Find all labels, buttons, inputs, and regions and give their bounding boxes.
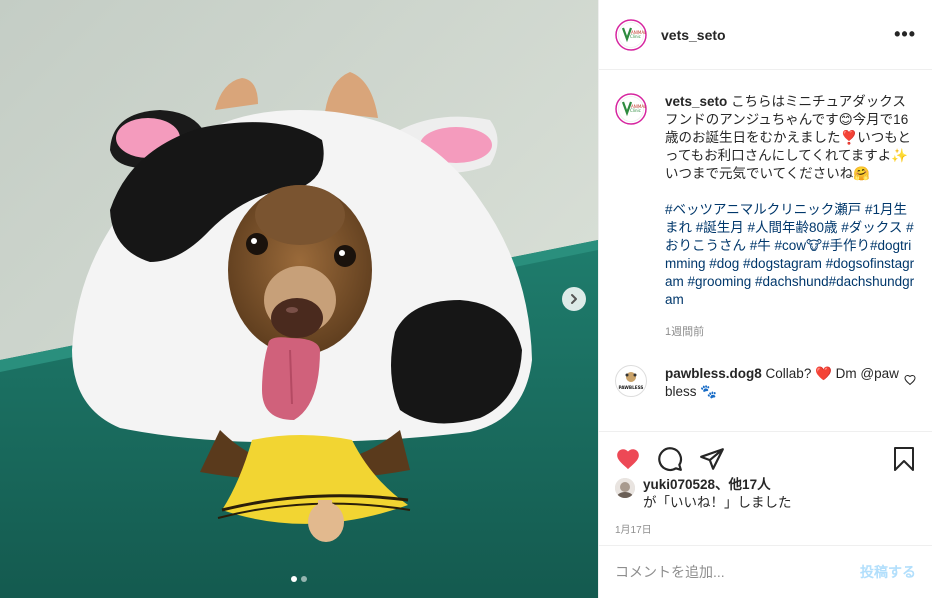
svg-text:Clinic: Clinic <box>630 34 641 39</box>
comment-bubble-icon[interactable] <box>657 446 683 472</box>
chevron-right-icon <box>571 294 577 304</box>
paw-logo-icon: PAWBLESS <box>619 372 644 390</box>
like-comment-icon[interactable] <box>904 373 916 389</box>
like-heart-icon[interactable] <box>615 446 641 472</box>
post-date: 1月17日 <box>615 525 652 536</box>
comments-section: ANIMAL Clinic vets_seto こちらはミニチュアダックスフンド… <box>599 71 932 431</box>
pawbless-avatar[interactable]: PAWBLESS <box>615 365 647 397</box>
post-side-panel: ANIMAL Clinic vets_seto ••• ANIMAL Clini… <box>598 0 932 598</box>
liker-username[interactable]: yuki070528 <box>643 477 715 492</box>
comment-input[interactable] <box>615 564 860 580</box>
svg-text:PAWBLESS: PAWBLESS <box>619 385 644 390</box>
comment-text-block: pawbless.dog8 Collab? ❤️ Dm @pawbless 🐾 <box>665 365 904 401</box>
next-photo-button[interactable] <box>562 287 586 311</box>
post-header: ANIMAL Clinic vets_seto ••• <box>599 0 932 70</box>
more-options-icon[interactable]: ••• <box>894 24 916 45</box>
share-paper-plane-icon[interactable] <box>699 446 725 472</box>
likes-summary: yuki070528、他17人 が「いいね！」しました <box>615 476 916 512</box>
post-author-username[interactable]: vets_seto <box>661 27 726 43</box>
caption-text-block: vets_seto こちらはミニチュアダックスフンドのアンジュちゃんです😊今月で… <box>665 93 916 341</box>
vets-seto-avatar[interactable]: ANIMAL Clinic <box>615 18 647 51</box>
caption-row: ANIMAL Clinic vets_seto こちらはミニチュアダックスフンド… <box>615 93 916 341</box>
comment-row: PAWBLESS pawbless.dog8 Collab? ❤️ Dm @pa… <box>615 365 916 401</box>
carousel-dot <box>301 576 307 582</box>
likes-others-count[interactable]: 、他17人 <box>715 477 771 492</box>
caption-time-ago: 1週間前 <box>665 326 705 338</box>
svg-text:Clinic: Clinic <box>630 108 641 113</box>
comment-username[interactable]: pawbless.dog8 <box>665 366 762 381</box>
add-comment-bar: 投稿する <box>599 545 932 598</box>
likes-suffix: が「いいね！」しました <box>643 495 792 510</box>
dog-in-cow-costume-image <box>0 0 598 598</box>
caption-hashtags[interactable]: #ベッツアニマルクリニック瀬戸 #1月生まれ #誕生月 #人間年齢80歳 #ダッ… <box>665 201 916 309</box>
carousel-dot-active <box>291 576 297 582</box>
carousel-indicators <box>0 576 598 582</box>
caption-username[interactable]: vets_seto <box>665 94 727 109</box>
likes-text: yuki070528、他17人 が「いいね！」しました <box>643 476 792 512</box>
instagram-post: ANIMAL Clinic vets_seto ••• ANIMAL Clini… <box>0 0 932 598</box>
bookmark-icon[interactable] <box>892 446 916 472</box>
post-comment-button[interactable]: 投稿する <box>860 562 916 582</box>
post-photo[interactable] <box>0 0 598 598</box>
liker-avatar[interactable] <box>615 478 635 498</box>
caption-author-avatar[interactable]: ANIMAL Clinic <box>615 93 647 125</box>
